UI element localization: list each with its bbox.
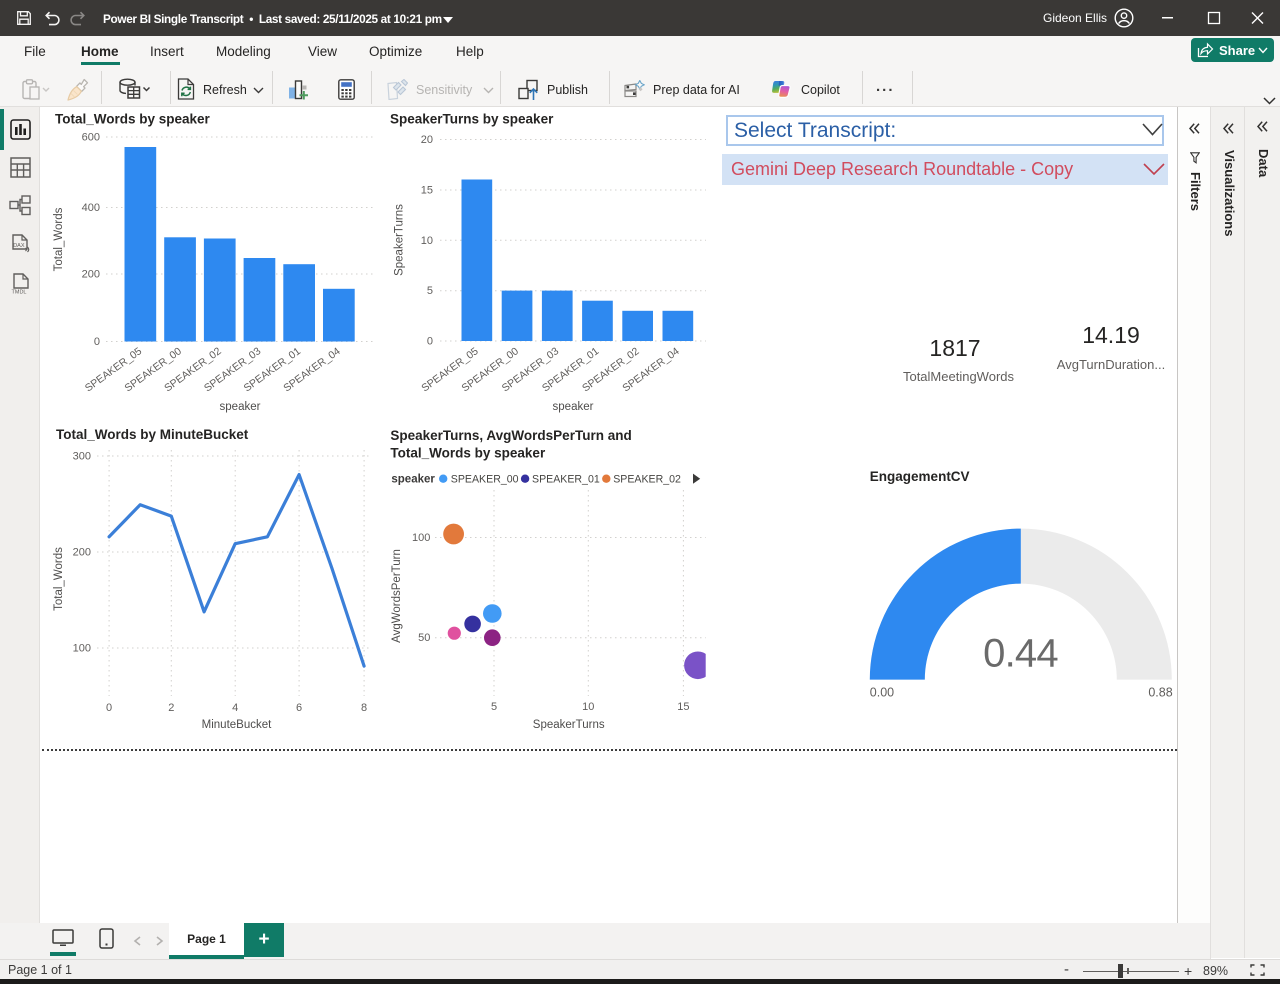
svg-text:speaker: speaker xyxy=(391,474,435,486)
svg-text:speaker: speaker xyxy=(553,401,594,413)
svg-text:10: 10 xyxy=(421,235,433,247)
svg-text:600: 600 xyxy=(82,132,100,144)
svg-text:EngagementCV: EngagementCV xyxy=(870,469,970,484)
svg-text:20: 20 xyxy=(421,134,433,146)
svg-text:Total_Words: Total_Words xyxy=(53,547,65,611)
svg-text:200: 200 xyxy=(82,269,100,281)
svg-text:0: 0 xyxy=(106,702,112,714)
svg-text:10: 10 xyxy=(582,701,594,713)
svg-text:SpeakerTurns: SpeakerTurns xyxy=(533,719,605,731)
svg-text:100: 100 xyxy=(412,532,430,544)
svg-text:100: 100 xyxy=(73,643,91,655)
svg-text:Total_Words: Total_Words xyxy=(53,207,65,271)
svg-text:MinuteBucket: MinuteBucket xyxy=(202,719,272,731)
svg-text:5: 5 xyxy=(491,701,497,713)
svg-text:SpeakerTurns by speaker: SpeakerTurns by speaker xyxy=(390,112,554,127)
svg-text:0.00: 0.00 xyxy=(870,686,894,700)
svg-text:speaker: speaker xyxy=(220,401,261,413)
svg-text:400: 400 xyxy=(82,202,100,214)
svg-text:SPEAKER_00: SPEAKER_00 xyxy=(451,474,519,486)
svg-text:SPEAKER_02: SPEAKER_02 xyxy=(613,474,681,486)
svg-text:300: 300 xyxy=(73,451,91,463)
svg-text:0: 0 xyxy=(94,336,100,348)
svg-text:Total_Words by speaker: Total_Words by speaker xyxy=(55,112,211,127)
svg-text:SpeakerTurns: SpeakerTurns xyxy=(394,204,406,276)
svg-text:0: 0 xyxy=(427,336,433,348)
svg-text:200: 200 xyxy=(73,547,91,559)
svg-text:6: 6 xyxy=(296,702,302,714)
svg-text:0.88: 0.88 xyxy=(1148,686,1172,700)
svg-text:5: 5 xyxy=(427,285,433,297)
svg-text:50: 50 xyxy=(418,632,430,644)
svg-text:4: 4 xyxy=(232,702,238,714)
svg-text:2: 2 xyxy=(168,702,174,714)
svg-text:Total_Words by speaker: Total_Words by speaker xyxy=(390,446,546,461)
svg-text:15: 15 xyxy=(677,701,689,713)
svg-text:DAX: DAX xyxy=(13,243,25,249)
svg-text:15: 15 xyxy=(421,185,433,197)
svg-text:0.44: 0.44 xyxy=(983,632,1058,676)
svg-text:SpeakerTurns, AvgWordsPerTurn: SpeakerTurns, AvgWordsPerTurn and xyxy=(390,428,631,443)
svg-text:8: 8 xyxy=(361,702,367,714)
svg-text:Total_Words by MinuteBucket: Total_Words by MinuteBucket xyxy=(56,427,249,442)
svg-text:AvgWordsPerTurn: AvgWordsPerTurn xyxy=(391,549,403,643)
svg-text:SPEAKER_01: SPEAKER_01 xyxy=(532,474,600,486)
svg-text:TMDL: TMDL xyxy=(12,290,27,296)
